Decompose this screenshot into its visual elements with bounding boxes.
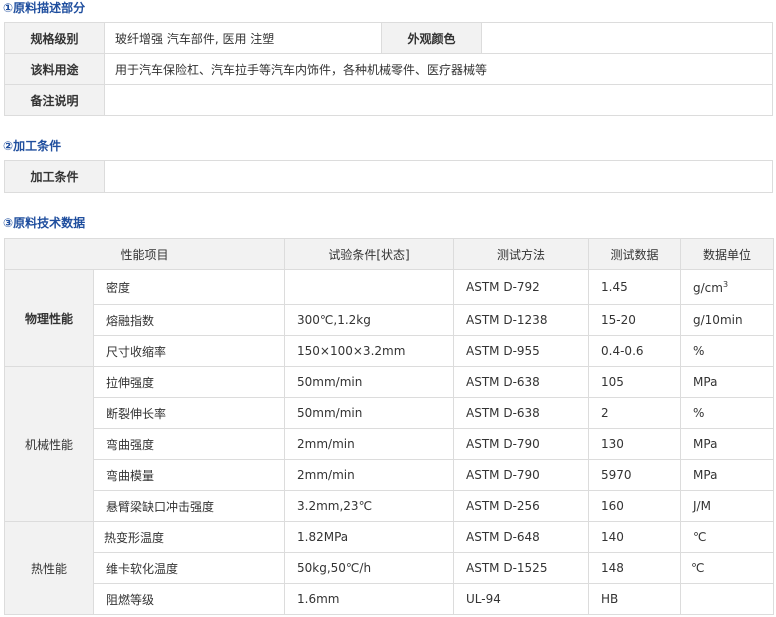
cell-unit: %	[680, 335, 775, 367]
cell-item: 弯曲模量	[92, 459, 286, 491]
cell-item: 维卡软化温度	[92, 552, 286, 584]
cell-unit	[680, 583, 775, 615]
table-row: 规格级别 玻纤增强 汽车部件, 医用 注塑 外观颜色	[4, 22, 773, 54]
cell-method: ASTM D-955	[453, 335, 590, 367]
table-row: 尺寸收缩率 150×100×3.2mm ASTM D-955 0.4-0.6 %	[5, 335, 775, 367]
cell-value: 5970	[588, 459, 682, 491]
cell-unit: J/M	[680, 490, 775, 522]
color-label: 外观颜色	[381, 22, 482, 54]
notes-label: 备注说明	[4, 84, 105, 116]
technical-data-table: 性能项目 试验条件[状态] 测试方法 测试数据 数据单位 物理性能 密度 AST…	[3, 238, 775, 615]
cell-item: 阻燃等级	[92, 583, 286, 615]
cell-condition: 300℃,1.2kg	[284, 304, 455, 336]
cell-item: 悬臂梁缺口冲击强度	[92, 490, 286, 522]
cell-condition: 50mm/min	[284, 397, 455, 429]
cell-value: 2	[588, 397, 682, 429]
cell-condition: 2mm/min	[284, 428, 455, 460]
header-value: 测试数据	[588, 238, 682, 270]
group-mechanical: 机械性能	[4, 366, 94, 522]
cell-value: 105	[588, 366, 682, 398]
material-description-table: 规格级别 玻纤增强 汽车部件, 医用 注塑 外观颜色 该料用途 用于汽车保险杠、…	[4, 22, 773, 116]
cell-item: 尺寸收缩率	[92, 335, 286, 367]
cell-condition	[284, 269, 455, 305]
cell-unit: MPa	[680, 428, 775, 460]
cell-value: 1.45	[588, 269, 682, 305]
cell-item: 熔融指数	[92, 304, 286, 336]
cell-method: ASTM D-792	[453, 269, 590, 305]
color-value	[481, 22, 773, 54]
table-row: 阻燃等级 1.6mm UL-94 HB	[5, 583, 775, 615]
cell-value: 160	[588, 490, 682, 522]
table-row: 备注说明	[4, 84, 773, 116]
cell-condition: 1.6mm	[284, 583, 455, 615]
table-row: 该料用途 用于汽车保险杠、汽车拉手等汽车内饰件，各种机械零件、医疗器械等	[4, 53, 773, 85]
cell-unit: g/10min	[680, 304, 775, 336]
group-physical: 物理性能	[4, 269, 94, 367]
section-title-material-description: ①原料描述部分	[3, 1, 86, 15]
header-condition: 试验条件[状态]	[284, 238, 455, 270]
cell-unit: MPa	[680, 459, 775, 491]
header-item: 性能项目	[3, 238, 286, 270]
header-method: 测试方法	[453, 238, 590, 270]
cell-condition: 50kg,50℃/h	[284, 552, 455, 584]
table-row: 断裂伸长率 50mm/min ASTM D-638 2 %	[5, 397, 775, 429]
table-row: 物理性能 密度 ASTM D-792 1.45 g/cm3	[4, 269, 775, 367]
cell-item: 拉伸强度	[92, 366, 286, 398]
cell-method: ASTM D-638	[453, 397, 590, 429]
cell-method: ASTM D-790	[453, 459, 590, 491]
table-row: 热性能 热变形温度 1.82MPa ASTM D-648 140 ℃	[4, 521, 775, 615]
cell-value: 140	[588, 521, 682, 553]
cell-unit: ℃	[680, 552, 775, 584]
table-row: 机械性能 拉伸强度 50mm/min ASTM D-638 105 MPa	[4, 366, 775, 522]
section-title-processing: ②加工条件	[3, 139, 62, 153]
usage-value: 用于汽车保险杠、汽车拉手等汽车内饰件，各种机械零件、医疗器械等	[104, 53, 773, 85]
header-unit: 数据单位	[680, 238, 775, 270]
group-thermal: 热性能	[4, 521, 94, 615]
processing-value	[104, 160, 773, 193]
cell-method: ASTM D-256	[453, 490, 590, 522]
grade-label: 规格级别	[4, 22, 105, 54]
cell-method: ASTM D-1238	[453, 304, 590, 336]
cell-condition: 150×100×3.2mm	[284, 335, 455, 367]
cell-item: 热变形温度	[92, 521, 286, 553]
grade-value: 玻纤增强 汽车部件, 医用 注塑	[104, 22, 382, 54]
cell-value: 0.4-0.6	[588, 335, 682, 367]
cell-value: 130	[588, 428, 682, 460]
cell-method: ASTM D-1525	[453, 552, 590, 584]
cell-method: ASTM D-790	[453, 428, 590, 460]
cell-item: 密度	[92, 269, 286, 305]
cell-value: 148	[588, 552, 682, 584]
cell-unit: g/cm3	[680, 269, 775, 305]
cell-condition: 3.2mm,23℃	[284, 490, 455, 522]
processing-table: 加工条件	[4, 160, 773, 193]
section-title-technical-data: ③原料技术数据	[3, 216, 86, 230]
cell-method: UL-94	[453, 583, 590, 615]
cell-unit: %	[680, 397, 775, 429]
cell-condition: 2mm/min	[284, 459, 455, 491]
table-row: 弯曲模量 2mm/min ASTM D-790 5970 MPa	[5, 459, 775, 491]
cell-condition: 50mm/min	[284, 366, 455, 398]
table-row: 弯曲强度 2mm/min ASTM D-790 130 MPa	[5, 428, 775, 460]
unit-superscript: 3	[722, 279, 729, 289]
table-row: 悬臂梁缺口冲击强度 3.2mm,23℃ ASTM D-256 160 J/M	[5, 490, 775, 522]
cell-condition: 1.82MPa	[284, 521, 455, 553]
cell-item: 断裂伸长率	[92, 397, 286, 429]
table-header-row: 性能项目 试验条件[状态] 测试方法 测试数据 数据单位	[3, 238, 775, 270]
usage-label: 该料用途	[4, 53, 105, 85]
cell-unit: ℃	[680, 521, 775, 553]
table-row: 熔融指数 300℃,1.2kg ASTM D-1238 15-20 g/10mi…	[5, 304, 775, 336]
cell-value: HB	[588, 583, 682, 615]
cell-method: ASTM D-638	[453, 366, 590, 398]
processing-label: 加工条件	[4, 160, 105, 193]
table-row: 维卡软化温度 50kg,50℃/h ASTM D-1525 148 ℃	[5, 552, 775, 584]
unit-text: g/cm	[693, 280, 723, 295]
cell-item: 弯曲强度	[92, 428, 286, 460]
table-row: 加工条件	[4, 160, 773, 193]
cell-value: 15-20	[588, 304, 682, 336]
notes-value	[104, 84, 773, 116]
cell-unit: MPa	[680, 366, 775, 398]
cell-method: ASTM D-648	[453, 521, 590, 553]
